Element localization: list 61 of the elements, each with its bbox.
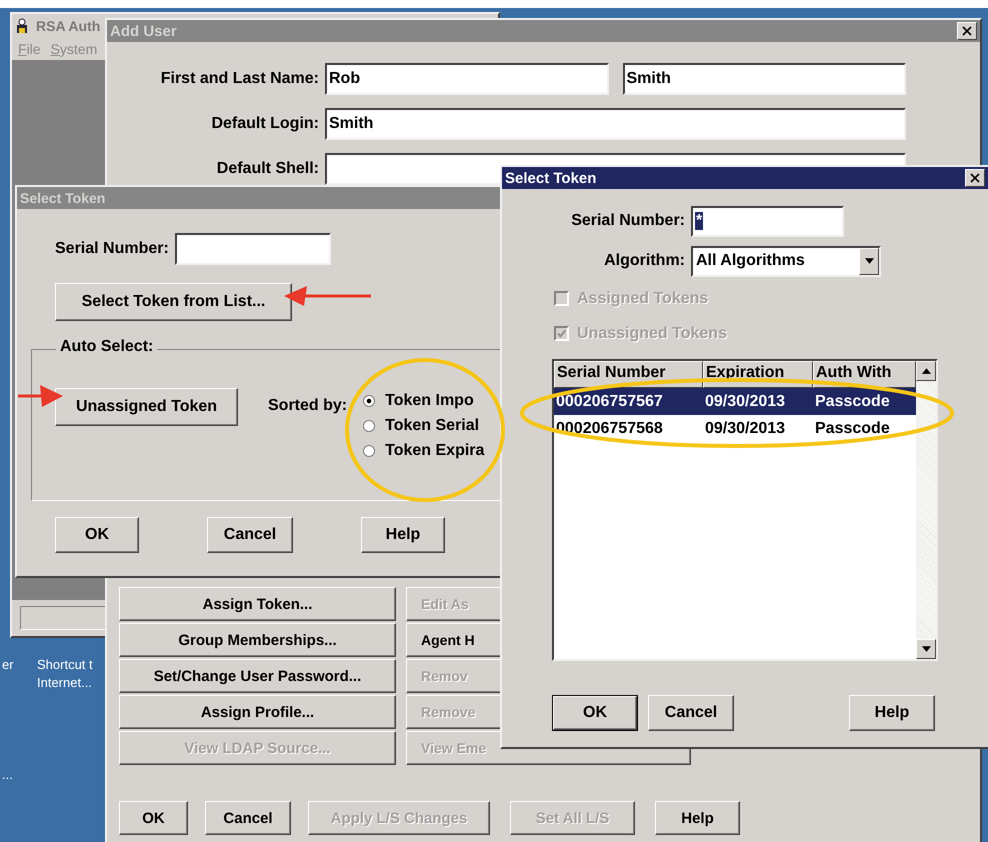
action-button[interactable]: Set/Change User Password...	[119, 659, 396, 693]
dialog-button[interactable]: Cancel	[207, 517, 293, 553]
text-field[interactable]: Rob	[325, 62, 608, 94]
scrollbar[interactable]	[916, 361, 936, 659]
close-icon	[962, 26, 972, 36]
dialog-button[interactable]: OK	[119, 801, 188, 835]
dialog-button[interactable]: Cancel	[205, 801, 291, 835]
text-field[interactable]: Smith	[622, 62, 906, 94]
window-title: Select Token	[20, 190, 106, 206]
serial-number-field[interactable]	[174, 233, 331, 265]
table-cell-text: 000206757567	[555, 392, 664, 410]
unassigned-token-button[interactable]: Unassigned Token	[55, 388, 238, 426]
window-title: Select Token	[505, 170, 596, 186]
desktop-icon-label[interactable]: Shortcut t Internet...	[37, 656, 93, 692]
desktop-icon-label[interactable]: er	[2, 656, 14, 674]
check-icon	[556, 328, 567, 339]
radio-button[interactable]	[363, 420, 376, 432]
text-field[interactable]: Smith	[325, 108, 906, 140]
scroll-down-icon	[922, 646, 930, 652]
action-button[interactable]: Group Memberships...	[119, 623, 396, 657]
radio-button[interactable]	[363, 445, 376, 457]
action-button[interactable]: Assign Token...	[119, 587, 396, 621]
scroll-up-icon	[922, 368, 930, 374]
dialog-button[interactable]: OK	[552, 695, 638, 731]
field-label: Serial Number:	[570, 212, 686, 230]
dialog-button[interactable]: Cancel	[648, 695, 734, 731]
column-header[interactable]: Auth With	[813, 361, 916, 388]
caret-icon	[864, 258, 874, 264]
dialog-button[interactable]: Help	[655, 801, 740, 835]
radio-button[interactable]	[363, 395, 376, 407]
table-cell-text: Passcode	[814, 420, 891, 438]
close-button[interactable]	[965, 169, 985, 187]
column-header[interactable]: Serial Number	[554, 361, 703, 388]
field-label: Default Login:	[210, 114, 320, 132]
table-cell-text: 000206757568	[555, 420, 664, 438]
desktop-icon-label[interactable]: ...	[2, 766, 13, 784]
serial-number-field[interactable]: *	[691, 206, 844, 236]
field-label: Default Shell:	[216, 160, 320, 178]
field-label: Serial Number:	[55, 240, 169, 258]
user-icon	[14, 18, 30, 34]
algorithm-dropdown[interactable]: All Algorithms	[691, 246, 881, 276]
table-cell-text: Passcode	[814, 392, 891, 410]
window-title: Add User	[110, 22, 177, 40]
table-cell-text: 09/30/2013	[704, 392, 786, 410]
list-row[interactable]: 000206757567 09/30/2013 Passcode	[554, 388, 916, 415]
table-cell-text: 09/30/2013	[704, 420, 786, 438]
window-title: RSA Auth	[36, 18, 100, 34]
close-icon	[970, 173, 980, 183]
annotation-arrow	[18, 385, 63, 407]
dialog-button[interactable]: OK	[55, 517, 139, 553]
field-label: First and Last Name:	[160, 70, 320, 88]
select-from-list-button[interactable]: Select Token from List...	[55, 283, 292, 321]
radio-label: Token Impo	[385, 392, 474, 410]
list-row[interactable]: 000206757568 09/30/2013 Passcode	[554, 415, 916, 442]
sorted-by-label: Sorted by:	[268, 397, 348, 415]
field-label: Algorithm:	[603, 252, 686, 270]
radio-label: Token Serial	[385, 417, 480, 435]
dialog-button[interactable]: Help	[849, 695, 935, 731]
dialog-button[interactable]: Help	[361, 517, 445, 553]
radio-label: Token Expira	[385, 442, 484, 460]
action-button[interactable]: Assign Profile...	[119, 695, 396, 729]
